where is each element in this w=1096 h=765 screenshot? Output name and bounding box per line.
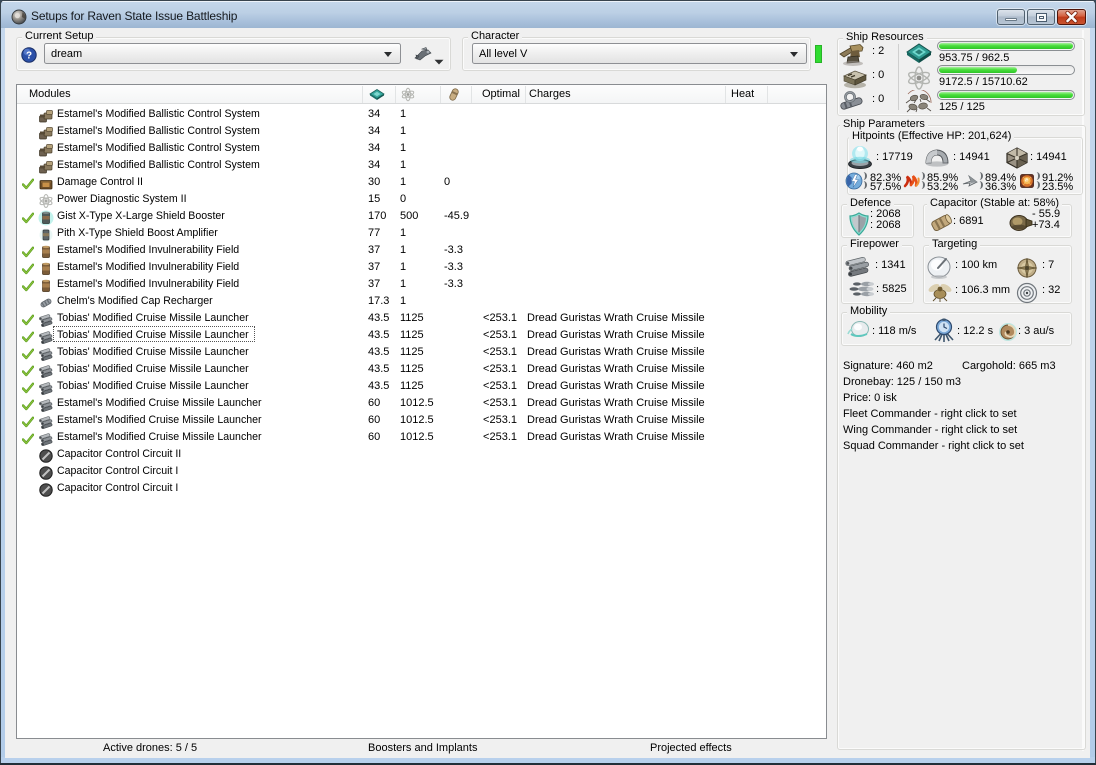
svg-text:?: ?: [26, 50, 32, 61]
